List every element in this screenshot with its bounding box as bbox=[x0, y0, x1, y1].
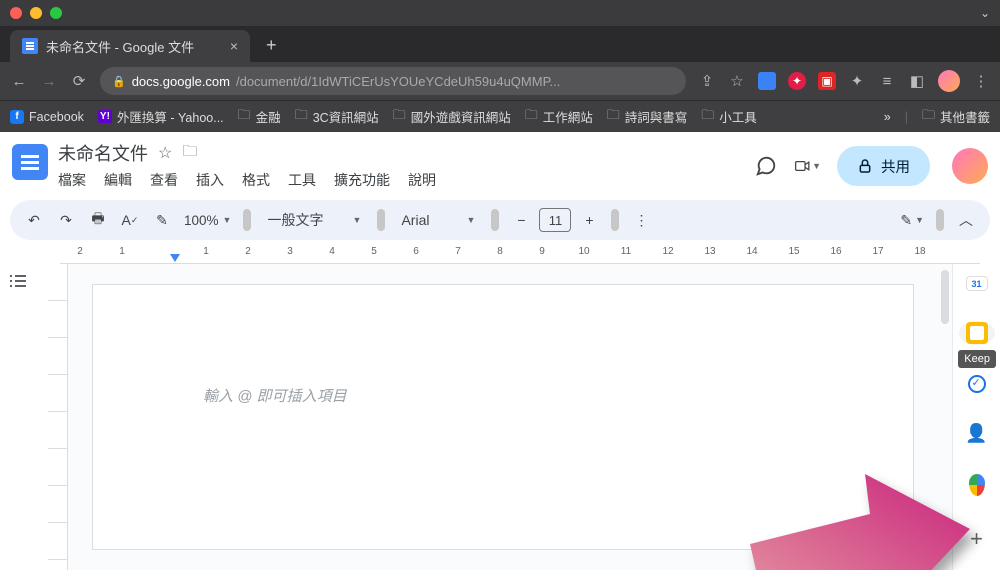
paint-format-button[interactable]: ✎ bbox=[148, 206, 176, 234]
bookmark-folder-finance[interactable]: 🗀金融 bbox=[238, 106, 281, 128]
vertical-ruler[interactable] bbox=[48, 264, 68, 570]
reload-button[interactable]: ⟳ bbox=[70, 72, 88, 90]
font-size-input[interactable]: 11 bbox=[539, 208, 571, 232]
undo-button[interactable]: ↶ bbox=[20, 206, 48, 234]
bookmarks-overflow[interactable]: » bbox=[884, 110, 891, 124]
keep-tooltip: Keep bbox=[958, 350, 996, 368]
menu-extensions[interactable]: 擴充功能 bbox=[334, 170, 390, 190]
outline-toggle[interactable] bbox=[0, 264, 36, 570]
document-canvas: 輸入 @ 即可插入項目 bbox=[68, 264, 938, 570]
chrome-menu-icon[interactable]: ⋮ bbox=[972, 72, 990, 90]
url-path: /document/d/1IdWTiCErUsYOUeYCdeUh59u4uQM… bbox=[236, 74, 560, 89]
document-title[interactable]: 未命名文件 bbox=[58, 140, 148, 166]
maximize-window-button[interactable] bbox=[50, 7, 62, 19]
profile-avatar[interactable] bbox=[938, 70, 960, 92]
browser-tab-active[interactable]: 未命名文件 - Google 文件 × bbox=[10, 30, 250, 62]
new-tab-button[interactable]: + bbox=[258, 35, 285, 62]
close-window-button[interactable] bbox=[10, 7, 22, 19]
docs-workarea: 輸入 @ 即可插入項目 31 👤 + Keep bbox=[0, 264, 1000, 570]
side-panel: 31 👤 + Keep bbox=[952, 264, 1000, 570]
font-size-decrease[interactable]: − bbox=[507, 206, 535, 234]
bookmark-folder-work[interactable]: 🗀工作網站 bbox=[525, 106, 593, 128]
indent-marker[interactable] bbox=[170, 254, 180, 262]
lock-icon: 🔒 bbox=[112, 75, 126, 88]
collapse-toolbar-icon[interactable]: ︿ bbox=[952, 206, 980, 234]
tab-close-icon[interactable]: × bbox=[230, 38, 238, 54]
bookmark-folder-3c[interactable]: 🗀3C資訊網站 bbox=[295, 106, 379, 128]
zoom-select[interactable]: 100%▼ bbox=[180, 206, 235, 234]
share-label: 共用 bbox=[881, 156, 910, 177]
bookmark-folder-tools[interactable]: 🗀小工具 bbox=[701, 106, 757, 128]
vertical-scrollbar[interactable] bbox=[938, 264, 952, 570]
bookmark-facebook[interactable]: fFacebook bbox=[10, 110, 84, 124]
more-toolbar-icon[interactable]: ⋮ bbox=[627, 206, 655, 234]
docs-toolbar: ↶ ↷ 🖶 A✓ ✎ 100%▼ 一般文字▼ Arial▼ − 11 + ⋮ ✎… bbox=[10, 200, 990, 240]
tab-title: 未命名文件 - Google 文件 bbox=[46, 37, 194, 56]
account-avatar[interactable] bbox=[952, 148, 988, 184]
insert-placeholder: 輸入 @ 即可插入項目 bbox=[203, 385, 803, 406]
bookmark-folder-poetry[interactable]: 🗀詩詞與書寫 bbox=[607, 106, 688, 128]
editing-mode-icon[interactable]: ✎ ▼ bbox=[896, 206, 928, 234]
font-select[interactable]: Arial▼ bbox=[393, 206, 483, 234]
menubar: 檔案 編輯 查看 插入 格式 工具 擴充功能 說明 bbox=[58, 170, 743, 190]
bookmark-yahoo[interactable]: Y!外匯換算 - Yahoo... bbox=[98, 107, 224, 126]
horizontal-ruler[interactable]: 21123456789101112131415161718 bbox=[60, 246, 980, 264]
bookmark-folder-games[interactable]: 🗀國外遊戲資訊網站 bbox=[393, 106, 511, 128]
extension-icon-4[interactable]: ≡ bbox=[878, 73, 896, 90]
bookmark-other[interactable]: 🗀其他書籤 bbox=[922, 106, 990, 128]
extension-icon-2[interactable]: ✦ bbox=[788, 72, 806, 90]
share-button[interactable]: 共用 bbox=[837, 146, 930, 186]
lock-icon bbox=[857, 158, 873, 174]
traffic-lights bbox=[10, 7, 62, 19]
calendar-app-icon[interactable]: 31 bbox=[966, 276, 988, 291]
extension-icon-3[interactable]: ▣ bbox=[818, 72, 836, 90]
menu-view[interactable]: 查看 bbox=[150, 170, 178, 190]
google-docs-app: 未命名文件 ☆ 🗀 檔案 編輯 查看 插入 格式 工具 擴充功能 說明 ▼ 共用 bbox=[0, 132, 1000, 570]
menu-tools[interactable]: 工具 bbox=[288, 170, 316, 190]
share-page-icon[interactable]: ⇪ bbox=[698, 72, 716, 90]
url-domain: docs.google.com bbox=[132, 74, 230, 89]
tasks-app-icon[interactable] bbox=[966, 375, 988, 393]
window-menu-chevron[interactable]: ⌄ bbox=[980, 6, 990, 20]
docs-logo[interactable] bbox=[12, 144, 48, 180]
spellcheck-button[interactable]: A✓ bbox=[116, 206, 144, 234]
menu-edit[interactable]: 編輯 bbox=[104, 170, 132, 190]
docs-header: 未命名文件 ☆ 🗀 檔案 編輯 查看 插入 格式 工具 擴充功能 說明 ▼ 共用 bbox=[0, 132, 1000, 190]
address-bar[interactable]: 🔒 docs.google.com/document/d/1IdWTiCErUs… bbox=[100, 67, 686, 95]
comment-history-icon[interactable] bbox=[753, 153, 779, 179]
move-to-folder-icon[interactable]: 🗀 bbox=[182, 141, 197, 166]
back-button[interactable]: ← bbox=[10, 73, 28, 90]
menu-insert[interactable]: 插入 bbox=[196, 170, 224, 190]
contacts-app-icon[interactable]: 👤 bbox=[966, 423, 988, 444]
maps-app-icon[interactable] bbox=[966, 474, 988, 496]
keep-app-button[interactable] bbox=[959, 321, 995, 345]
extension-icon-5[interactable]: ◧ bbox=[908, 72, 926, 90]
bookmark-star-icon[interactable]: ☆ bbox=[728, 72, 746, 90]
bookmarks-bar: fFacebook Y!外匯換算 - Yahoo... 🗀金融 🗀3C資訊網站 … bbox=[0, 100, 1000, 132]
forward-button[interactable]: → bbox=[40, 73, 58, 90]
keep-icon bbox=[966, 322, 988, 344]
print-button[interactable]: 🖶 bbox=[84, 206, 112, 234]
get-addons-icon[interactable]: + bbox=[970, 526, 983, 552]
menu-format[interactable]: 格式 bbox=[242, 170, 270, 190]
document-page[interactable]: 輸入 @ 即可插入項目 bbox=[92, 284, 914, 550]
docs-favicon bbox=[22, 38, 38, 54]
menu-help[interactable]: 說明 bbox=[408, 170, 436, 190]
menu-file[interactable]: 檔案 bbox=[58, 170, 86, 190]
extension-icon-1[interactable] bbox=[758, 72, 776, 90]
paragraph-style-select[interactable]: 一般文字▼ bbox=[259, 206, 369, 234]
outline-icon bbox=[9, 274, 27, 570]
font-size-increase[interactable]: + bbox=[575, 206, 603, 234]
meet-icon[interactable]: ▼ bbox=[795, 153, 821, 179]
browser-toolbar: ← → ⟳ 🔒 docs.google.com/document/d/1IdWT… bbox=[0, 62, 1000, 100]
window-titlebar: ⌄ bbox=[0, 0, 1000, 26]
redo-button[interactable]: ↷ bbox=[52, 206, 80, 234]
extensions-puzzle-icon[interactable]: ✦ bbox=[848, 72, 866, 90]
minimize-window-button[interactable] bbox=[30, 7, 42, 19]
star-icon[interactable]: ☆ bbox=[158, 143, 172, 163]
browser-tabstrip: 未命名文件 - Google 文件 × + bbox=[0, 26, 1000, 62]
